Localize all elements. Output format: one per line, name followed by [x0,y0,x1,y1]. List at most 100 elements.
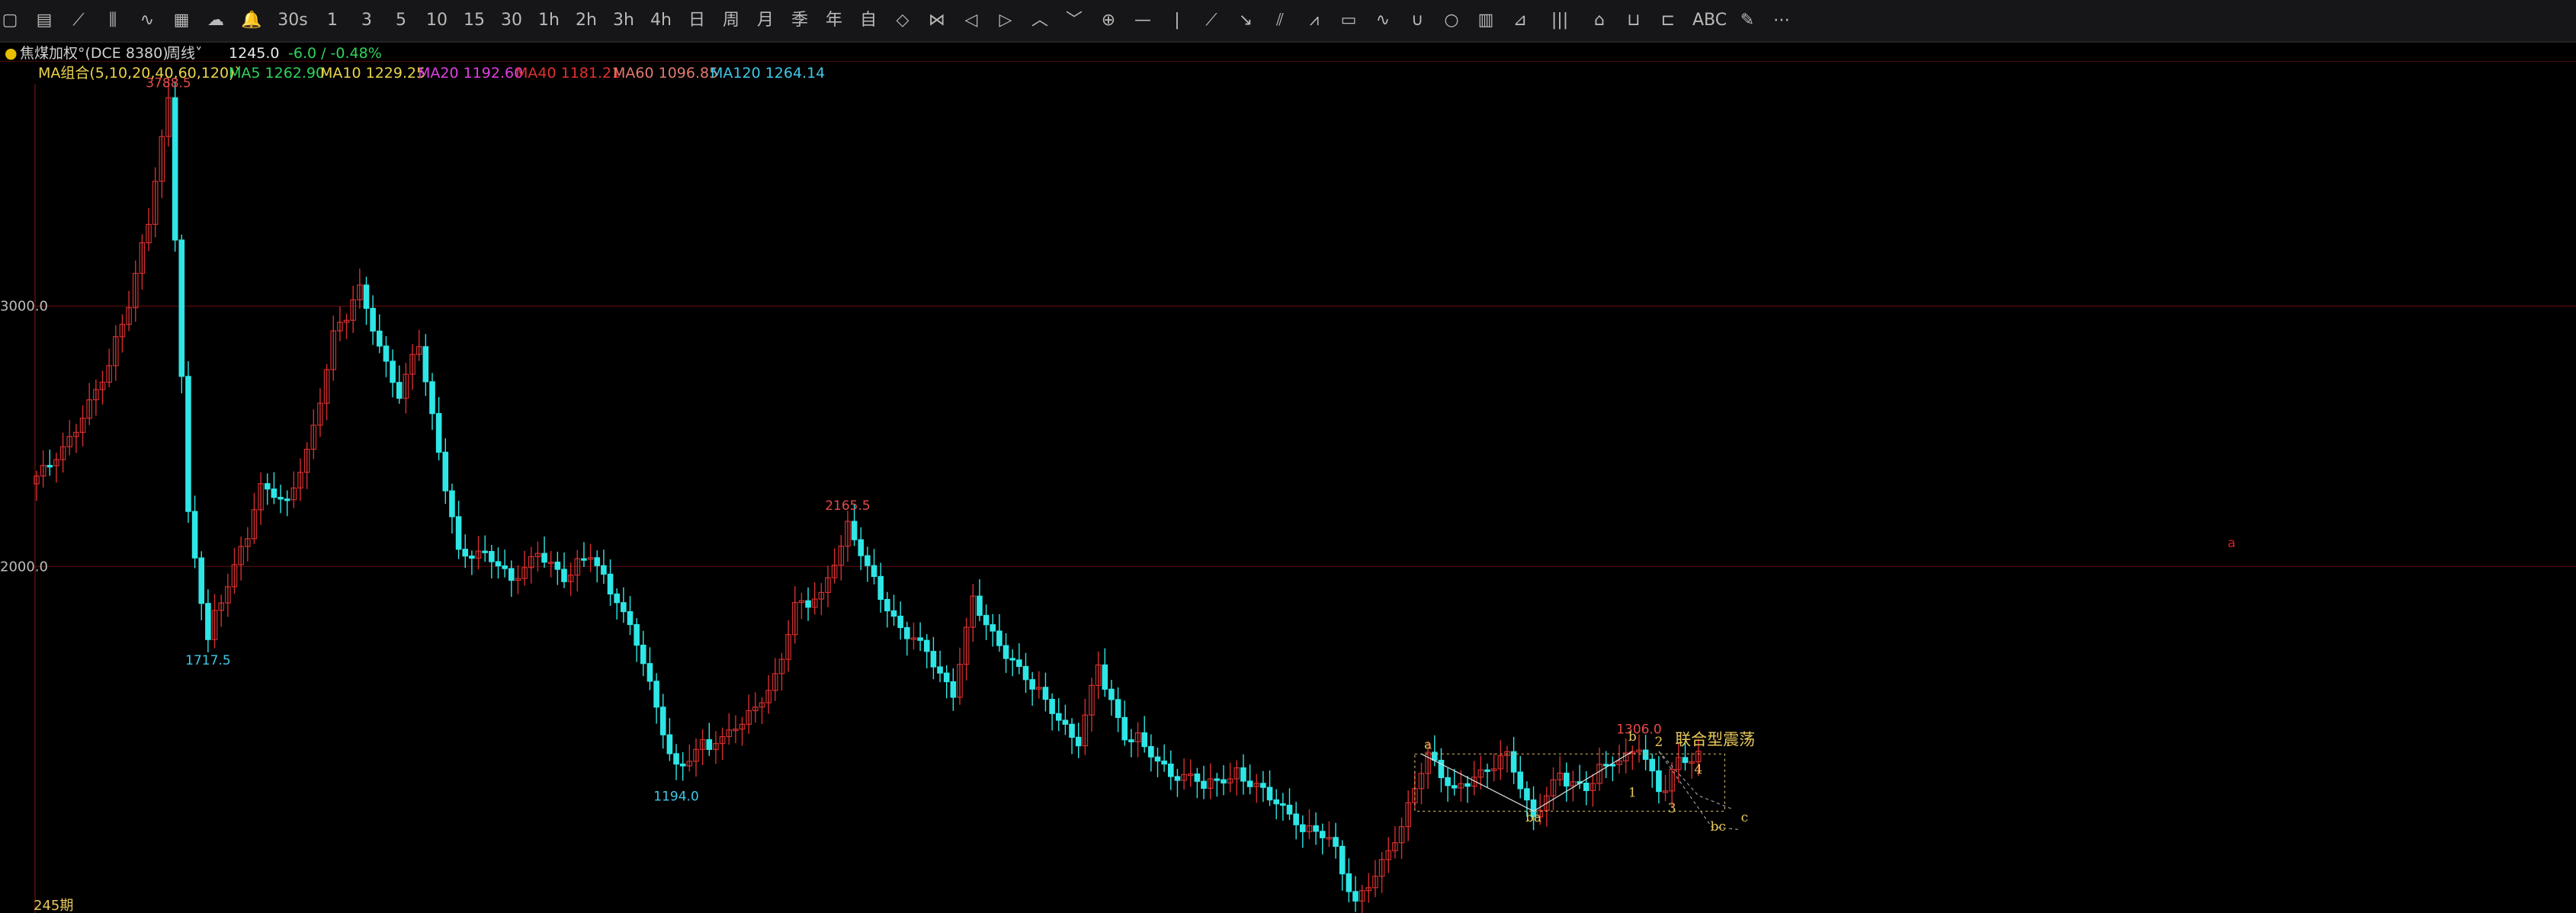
marker-label: a [2228,536,2235,551]
candle-down [937,666,943,674]
cycle-icon[interactable]: ||| [1545,8,1575,34]
candle-down [930,651,937,668]
arc-icon[interactable]: ∪ [1407,8,1427,34]
wave-label: a [1424,737,1432,752]
diamond-icon[interactable]: ◇ [893,8,913,34]
period-5[interactable]: 5 [391,8,411,34]
period-4h[interactable]: 4h [650,8,672,34]
period-1h[interactable]: 1h [537,8,560,34]
period-年[interactable]: 年 [824,8,844,34]
cloud-icon[interactable]: ☁ [206,8,226,34]
candle-down [666,734,673,754]
candle-down [396,382,403,399]
rect-icon[interactable]: ▭ [1339,8,1359,34]
channel-icon[interactable]: ⫽ [1270,8,1290,34]
wave-icon[interactable]: ⩘ [1304,8,1324,34]
period-月[interactable]: 月 [755,8,775,34]
candle-down [1451,785,1458,789]
candle-down [1656,770,1662,793]
wave-label: b [1628,729,1637,745]
period-日[interactable]: 日 [687,8,707,34]
candle-down [1161,761,1167,765]
candle-down [977,595,983,617]
candle-down [1128,739,1134,742]
candle-down [422,346,429,383]
candle-down [1115,699,1121,719]
text-icon[interactable]: ABC [1692,8,1727,34]
candle-down [1194,773,1201,782]
tool-1[interactable]: ▢ [0,8,20,34]
candle-down [1445,777,1451,786]
crosshair-icon[interactable]: ⊕ [1099,8,1118,34]
candle-down [1167,763,1174,777]
candle-down [621,602,627,613]
candle-down [561,569,567,582]
candle-down [943,672,950,683]
candle-down [581,558,587,561]
candle-down [950,681,957,698]
period-3[interactable]: 3 [357,8,377,34]
candle-down [1108,688,1115,700]
candle-down [284,498,290,501]
period-10[interactable]: 10 [425,8,448,34]
candle-down [1121,716,1128,741]
line-chart-icon[interactable]: ⟋ [69,8,88,34]
candle-down [890,610,897,617]
candle-down [264,483,271,490]
candle-down [1319,831,1326,838]
bar-chart-icon[interactable]: ⫼ [103,8,123,34]
period-15[interactable]: 15 [463,8,486,34]
bell-icon[interactable]: 🔔 [240,8,263,34]
candle-down [1431,751,1438,761]
measure-icon[interactable]: ⊔ [1624,8,1644,34]
brush-icon[interactable]: ✎ [1737,8,1757,34]
tool-2[interactable]: ▤ [34,8,54,34]
period-周[interactable]: 周 [721,8,741,34]
hline-icon[interactable]: — [1133,8,1153,34]
vline-icon[interactable]: | [1167,8,1187,34]
candle-down [1273,799,1280,805]
candle-down [489,551,495,562]
period-3h[interactable]: 3h [612,8,635,34]
pattern-title: 联合型震荡 [1675,730,1755,748]
period-1[interactable]: 1 [322,8,342,34]
indicator-icon[interactable]: ∿ [137,8,157,34]
candlestick-chart[interactable]: 3000.02000.03788.51717.52165.51194.0710.… [0,61,2576,913]
zigzag-icon[interactable]: ∿ [1373,8,1393,34]
candle-down [614,593,621,604]
candle-down [554,561,561,570]
segment-icon[interactable]: ⟋ [1201,8,1221,34]
gann-icon[interactable]: ⊏ [1658,8,1678,34]
arrow-left-icon[interactable]: ◁ [961,8,981,34]
y-tick-label: 2000.0 [0,559,48,575]
chevron-down-icon[interactable]: ﹀ [1064,8,1084,34]
circle-icon[interactable]: ○ [1442,8,1461,34]
house-icon[interactable]: ⌂ [1590,8,1609,34]
candle-down [383,345,390,362]
candle-down [271,489,277,498]
period-2h[interactable]: 2h [575,8,598,34]
candle-down [1649,758,1656,772]
ray-icon[interactable]: ↘ [1236,8,1256,34]
candle-down [679,763,686,767]
period-30[interactable]: 30 [500,8,523,34]
fan-icon[interactable]: ⊿ [1510,8,1530,34]
candle-down [377,330,383,347]
chevron-up-icon[interactable]: ︿ [1030,8,1050,34]
candle-down [865,555,871,566]
candle-down [983,614,990,626]
fib-icon[interactable]: ▥ [1476,8,1496,34]
candle-down [1286,804,1293,815]
arrow-right-icon[interactable]: ▷ [996,8,1015,34]
candle-down [1240,767,1246,782]
more-icon[interactable]: ⋯ [1772,8,1792,34]
candle-down [1464,783,1471,787]
candle-down [1246,780,1253,787]
period-30s[interactable]: 30s [277,8,308,34]
grid-icon[interactable]: ▦ [172,8,191,34]
period-自[interactable]: 自 [858,8,878,34]
candle-down [469,556,475,559]
period-季[interactable]: 季 [790,8,810,34]
bowtie-icon[interactable]: ⋈ [927,8,947,34]
candle-down [1266,786,1273,801]
